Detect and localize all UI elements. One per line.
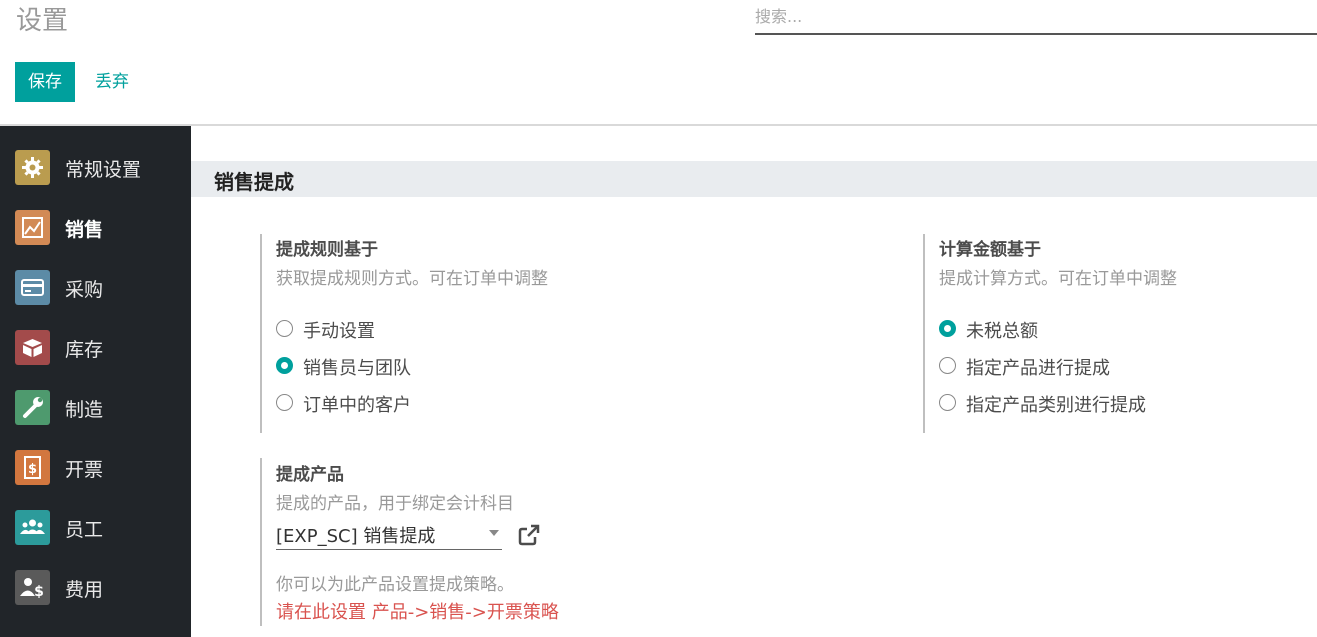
setting-description: 提成计算方式。可在订单中调整 xyxy=(939,269,1177,289)
sidebar-item-label: 制造 xyxy=(65,399,104,421)
search-box xyxy=(755,0,1317,35)
sidebar-item-invoicing[interactable]: $ 开票 xyxy=(0,438,191,498)
invoice-icon: $ xyxy=(15,450,50,485)
section-header: 销售提成 xyxy=(191,161,1317,197)
settings-sidebar: 常规设置 销售 采购 库存 制造 $ 开票 员工 $ 费用 xyxy=(0,126,191,637)
control-panel: 设置 保存 丢弃 xyxy=(0,0,1317,126)
radio-label: 指定产品进行提成 xyxy=(966,358,1110,379)
page-title: 设置 xyxy=(16,6,69,36)
sidebar-item-general-settings[interactable]: 常规设置 xyxy=(0,138,191,198)
setting-description: 提成的产品，用于绑定会计科目 xyxy=(276,494,514,514)
sidebar-item-expenses[interactable]: $ 费用 xyxy=(0,558,191,618)
credit-card-icon xyxy=(15,270,50,305)
setting-commission-product: 提成产品 提成的产品，用于绑定会计科目 [EXP_SC] 销售提成 你可以为此产… xyxy=(260,458,860,626)
setting-amount-basis: 计算金额基于 提成计算方式。可在订单中调整 未税总额 指定产品进行提成 指定产品… xyxy=(923,234,1313,433)
users-icon xyxy=(15,510,50,545)
setting-title: 提成产品 xyxy=(276,465,344,485)
settings-content: 销售提成 提成规则基于 获取提成规则方式。可在订单中调整 手动设置 销售员与团队… xyxy=(191,126,1317,637)
chevron-down-icon[interactable] xyxy=(489,530,499,536)
search-input[interactable] xyxy=(755,2,1317,30)
setting-commission-rule-basis: 提成规则基于 获取提成规则方式。可在订单中调整 手动设置 销售员与团队 订单中的… xyxy=(260,234,860,433)
radio-button[interactable] xyxy=(276,320,293,337)
sidebar-item-label: 开票 xyxy=(65,459,104,481)
radio-button[interactable] xyxy=(939,320,956,337)
sidebar-item-purchase[interactable]: 采购 xyxy=(0,258,191,318)
expense-icon: $ xyxy=(15,570,50,605)
radio-button[interactable] xyxy=(276,394,293,411)
radio-button[interactable] xyxy=(939,394,956,411)
sidebar-item-sales[interactable]: 销售 xyxy=(0,198,191,258)
radio-label: 未税总额 xyxy=(966,321,1038,342)
radio-label: 手动设置 xyxy=(303,321,375,342)
wrench-icon xyxy=(15,390,50,425)
discard-button[interactable]: 丢弃 xyxy=(88,62,136,102)
radio-label: 销售员与团队 xyxy=(303,358,411,379)
sidebar-item-label: 销售 xyxy=(65,219,104,241)
sidebar-item-inventory[interactable]: 库存 xyxy=(0,318,191,378)
sidebar-item-label: 采购 xyxy=(65,279,104,301)
svg-text:$: $ xyxy=(34,584,44,600)
sidebar-item-label: 库存 xyxy=(65,339,104,361)
setting-hint: 你可以为此产品设置提成策略。 xyxy=(276,575,514,595)
invoice-policy-link[interactable]: 请在此设置 产品->销售->开票策略 xyxy=(276,598,559,624)
setting-description: 获取提成规则方式。可在订单中调整 xyxy=(276,269,548,289)
setting-title: 提成规则基于 xyxy=(276,240,378,260)
sidebar-item-label: 员工 xyxy=(65,519,104,541)
save-button[interactable]: 保存 xyxy=(15,62,75,102)
sidebar-item-label: 常规设置 xyxy=(65,159,142,181)
section-title: 销售提成 xyxy=(214,170,294,194)
setting-title: 计算金额基于 xyxy=(939,240,1041,260)
sales-chart-icon xyxy=(15,210,50,245)
sidebar-item-employees[interactable]: 员工 xyxy=(0,498,191,558)
commission-product-select[interactable]: [EXP_SC] 销售提成 xyxy=(276,520,502,550)
box-icon xyxy=(15,330,50,365)
radio-button[interactable] xyxy=(939,357,956,374)
radio-label: 订单中的客户 xyxy=(303,395,411,416)
sidebar-item-manufacturing[interactable]: 制造 xyxy=(0,378,191,438)
radio-label: 指定产品类别进行提成 xyxy=(966,395,1146,416)
external-link-icon[interactable] xyxy=(516,522,542,548)
select-value: [EXP_SC] 销售提成 xyxy=(276,526,436,547)
svg-text:$: $ xyxy=(28,462,37,477)
radio-button[interactable] xyxy=(276,357,293,374)
sidebar-item-label: 费用 xyxy=(65,579,104,601)
gear-icon xyxy=(15,150,50,185)
